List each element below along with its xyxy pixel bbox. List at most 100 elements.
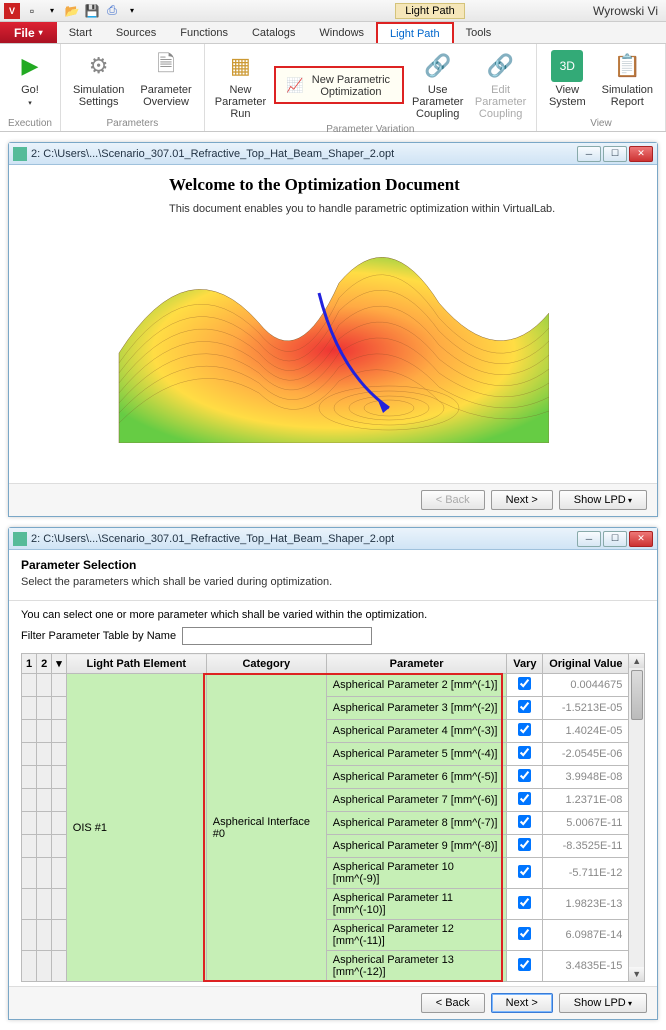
cell-parameter: Aspherical Parameter 6 [mm^(-5)] (326, 766, 507, 789)
cell-parameter: Aspherical Parameter 13 [mm^(-12)] (326, 951, 507, 982)
cell-original-value: 3.9948E-08 (543, 766, 629, 789)
cell-parameter: Aspherical Parameter 11 [mm^(-10)] (326, 889, 507, 920)
tab-catalogs[interactable]: Catalogs (240, 22, 307, 43)
cell-vary[interactable] (507, 889, 543, 920)
simulation-report-button[interactable]: 📋 Simulation Report (596, 48, 659, 110)
vary-checkbox[interactable] (518, 792, 531, 805)
cell-original-value: -8.3525E-11 (543, 835, 629, 858)
col-parameter[interactable]: Parameter (326, 654, 507, 674)
tab-functions[interactable]: Functions (168, 22, 240, 43)
back-button[interactable]: < Back (421, 993, 485, 1013)
cell-parameter: Aspherical Parameter 8 [mm^(-7)] (326, 812, 507, 835)
maximize-button[interactable]: ☐ (603, 146, 627, 162)
close-button[interactable]: ✕ (629, 531, 653, 547)
tab-tools[interactable]: Tools (454, 22, 504, 43)
col-expand[interactable]: ▾ (52, 654, 67, 674)
tab-lightpath[interactable]: Light Path (376, 22, 454, 43)
optimization-icon: 📈 (286, 76, 303, 94)
vary-checkbox[interactable] (518, 769, 531, 782)
vary-checkbox[interactable] (518, 815, 531, 828)
gear-icon: ⚙ (83, 50, 115, 82)
cell-vary[interactable] (507, 812, 543, 835)
cell-vary[interactable] (507, 835, 543, 858)
show-lpd-button[interactable]: Show LPD (559, 993, 647, 1013)
vary-checkbox[interactable] (518, 746, 531, 759)
cell-vary[interactable] (507, 743, 543, 766)
col-original-value[interactable]: Original Value (543, 654, 629, 674)
new-parameter-run-button[interactable]: ▦ New Parameter Run (211, 48, 270, 122)
file-menu[interactable]: File (0, 22, 57, 43)
panel-hint: You can select one or more parameter whi… (21, 609, 645, 621)
new-doc-icon[interactable]: ▫ (24, 3, 40, 19)
table-scrollbar[interactable]: ▲ ▼ (629, 653, 645, 982)
filter-input[interactable] (182, 627, 372, 645)
vary-checkbox[interactable] (518, 700, 531, 713)
panel-subtitle: Select the parameters which shall be var… (21, 576, 645, 588)
parameter-overview-button[interactable]: 🗎 Parameter Overview (134, 48, 197, 110)
next-button[interactable]: Next > (491, 490, 553, 510)
window-icon (13, 532, 27, 546)
tab-sources[interactable]: Sources (104, 22, 168, 43)
table-row[interactable]: OIS #1Aspherical Interface #0Aspherical … (22, 674, 629, 697)
context-tab-lightpath: Light Path (395, 3, 465, 19)
cell-vary[interactable] (507, 720, 543, 743)
scroll-up-icon[interactable]: ▲ (629, 654, 644, 668)
go-button[interactable]: ▶ Go!▾ (6, 48, 54, 110)
tab-start[interactable]: Start (57, 22, 104, 43)
next-button[interactable]: Next > (491, 993, 553, 1013)
save-all-icon[interactable]: ⎙ (104, 3, 120, 19)
cell-vary[interactable] (507, 697, 543, 720)
scroll-down-icon[interactable]: ▼ (629, 967, 644, 981)
cell-vary[interactable] (507, 858, 543, 889)
window-titlebar[interactable]: 2: C:\Users\...\Scenario_307.01_Refracti… (9, 528, 657, 550)
vary-checkbox[interactable] (518, 927, 531, 940)
cell-vary[interactable] (507, 951, 543, 982)
col-vary[interactable]: Vary (507, 654, 543, 674)
simulation-settings-button[interactable]: ⚙ Simulation Settings (67, 48, 130, 110)
wizard-button-row: < Back Next > Show LPD (9, 986, 657, 1019)
dropdown-icon[interactable]: ▾ (44, 3, 60, 19)
minimize-button[interactable]: ─ (577, 531, 601, 547)
vary-checkbox[interactable] (518, 958, 531, 971)
maximize-button[interactable]: ☐ (603, 531, 627, 547)
minimize-button[interactable]: ─ (577, 146, 601, 162)
cell-original-value: -2.0545E-06 (543, 743, 629, 766)
vary-checkbox[interactable] (518, 896, 531, 909)
use-parameter-coupling-button[interactable]: 🔗 Use Parameter Coupling (408, 48, 467, 122)
show-lpd-button[interactable]: Show LPD (559, 490, 647, 510)
play-icon: ▶ (14, 50, 46, 82)
scroll-thumb[interactable] (631, 670, 643, 720)
welcome-heading: Welcome to the Optimization Document (169, 175, 637, 195)
cell-vary[interactable] (507, 920, 543, 951)
vary-checkbox[interactable] (518, 723, 531, 736)
cell-original-value: 0.0044675 (543, 674, 629, 697)
cell-parameter: Aspherical Parameter 12 [mm^(-11)] (326, 920, 507, 951)
menu-bar: File Start Sources Functions Catalogs Wi… (0, 22, 666, 44)
close-button[interactable]: ✕ (629, 146, 653, 162)
cell-vary[interactable] (507, 766, 543, 789)
tab-windows[interactable]: Windows (307, 22, 376, 43)
coupling-icon: 🔗 (422, 50, 454, 82)
parameter-selection-window: 2: C:\Users\...\Scenario_307.01_Refracti… (8, 527, 658, 1020)
optimization-surface-plot (89, 233, 549, 443)
back-button: < Back (421, 490, 485, 510)
col-1[interactable]: 1 (22, 654, 37, 674)
cell-parameter: Aspherical Parameter 7 [mm^(-6)] (326, 789, 507, 812)
save-icon[interactable]: 💾 (84, 3, 100, 19)
ribbon-group-view: 3D View System 📋 Simulation Report View (537, 44, 666, 131)
edit-parameter-coupling-button: 🔗 Edit Parameter Coupling (471, 48, 530, 122)
cell-vary[interactable] (507, 789, 543, 812)
view-system-button[interactable]: 3D View System (543, 48, 592, 110)
edit-coupling-icon: 🔗 (485, 50, 517, 82)
cell-vary[interactable] (507, 674, 543, 697)
window-titlebar[interactable]: 2: C:\Users\...\Scenario_307.01_Refracti… (9, 143, 657, 165)
col-2[interactable]: 2 (37, 654, 52, 674)
new-parametric-optimization-button[interactable]: 📈 New Parametric Optimization (274, 66, 404, 104)
vary-checkbox[interactable] (518, 838, 531, 851)
qat-more-icon[interactable]: ▾ (124, 3, 140, 19)
vary-checkbox[interactable] (518, 865, 531, 878)
col-lightpath-element[interactable]: Light Path Element (66, 654, 206, 674)
col-category[interactable]: Category (206, 654, 326, 674)
vary-checkbox[interactable] (518, 677, 531, 690)
open-icon[interactable]: 📂 (64, 3, 80, 19)
